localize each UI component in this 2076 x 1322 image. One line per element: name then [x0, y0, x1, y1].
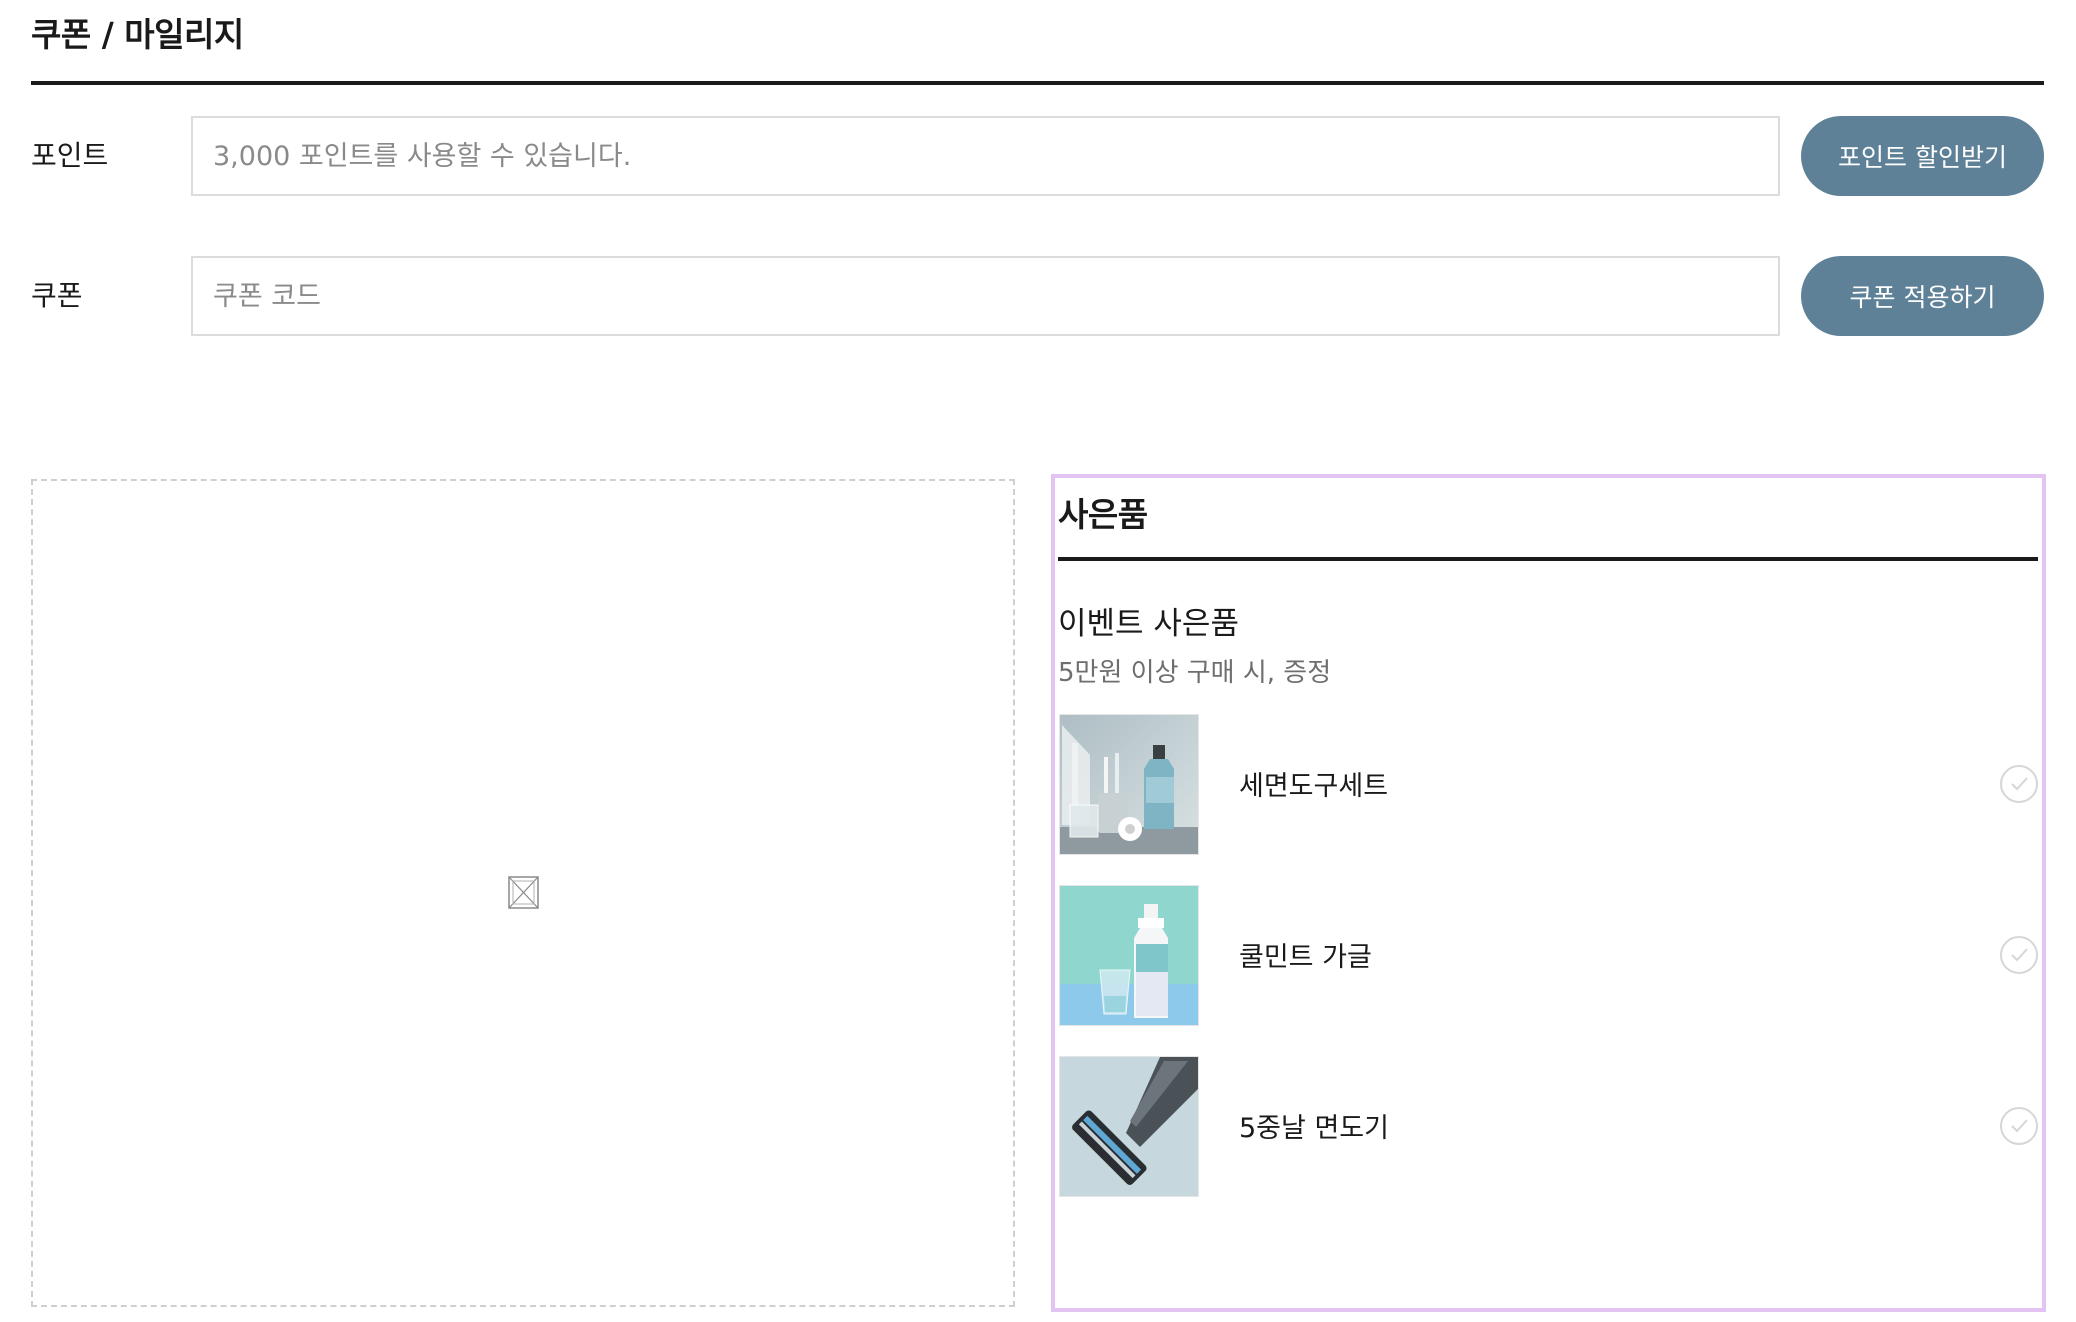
check-circle-icon[interactable] — [1999, 935, 2039, 975]
coupon-mileage-title: 쿠폰 / 마일리지 — [31, 15, 244, 54]
check-circle-icon[interactable] — [1999, 1106, 2039, 1146]
gift-item-toiletries[interactable]: 세면도구세트 — [1059, 714, 2046, 855]
mouthwash-thumbnail — [1059, 885, 1199, 1026]
product-image-placeholder — [31, 479, 1015, 1307]
gift-item-name: 세면도구세트 — [1239, 771, 1389, 802]
coupon-label: 쿠폰 — [31, 279, 83, 312]
checkout-options-page: 쿠폰 / 마일리지 포인트 포인트 할인받기 쿠폰 쿠폰 적용하기 사은품 이벤… — [0, 0, 2076, 1322]
coupon-row: 쿠폰 쿠폰 적용하기 — [31, 256, 2044, 336]
event-gift-name: 이벤트 사은품 — [1058, 606, 1239, 642]
gift-item-name: 5중날 면도기 — [1239, 1113, 1389, 1144]
section-divider — [31, 81, 2044, 85]
points-label: 포인트 — [31, 139, 109, 172]
razor-thumbnail — [1059, 1056, 1199, 1197]
apply-points-button[interactable]: 포인트 할인받기 — [1801, 116, 2044, 196]
points-row: 포인트 포인트 할인받기 — [31, 116, 2044, 196]
gift-panel: 사은품 이벤트 사은품 5만원 이상 구매 시, 증정 세면도구세트 쿨민트 가… — [1051, 474, 2046, 1312]
check-circle-icon[interactable] — [1999, 764, 2039, 804]
event-gift-condition: 5만원 이상 구매 시, 증정 — [1058, 658, 1332, 688]
apply-coupon-button[interactable]: 쿠폰 적용하기 — [1801, 256, 2044, 336]
gift-item-name: 쿨민트 가글 — [1239, 942, 1372, 973]
points-input[interactable] — [191, 116, 1780, 196]
gift-title: 사은품 — [1058, 495, 1148, 534]
coupon-code-input[interactable] — [191, 256, 1780, 336]
broken-image-icon — [508, 876, 539, 909]
toiletries-thumbnail — [1059, 714, 1199, 855]
gift-item-razor[interactable]: 5중날 면도기 — [1059, 1056, 2046, 1197]
gift-item-mouthwash[interactable]: 쿨민트 가글 — [1059, 885, 2046, 1026]
gift-divider — [1058, 557, 2038, 561]
